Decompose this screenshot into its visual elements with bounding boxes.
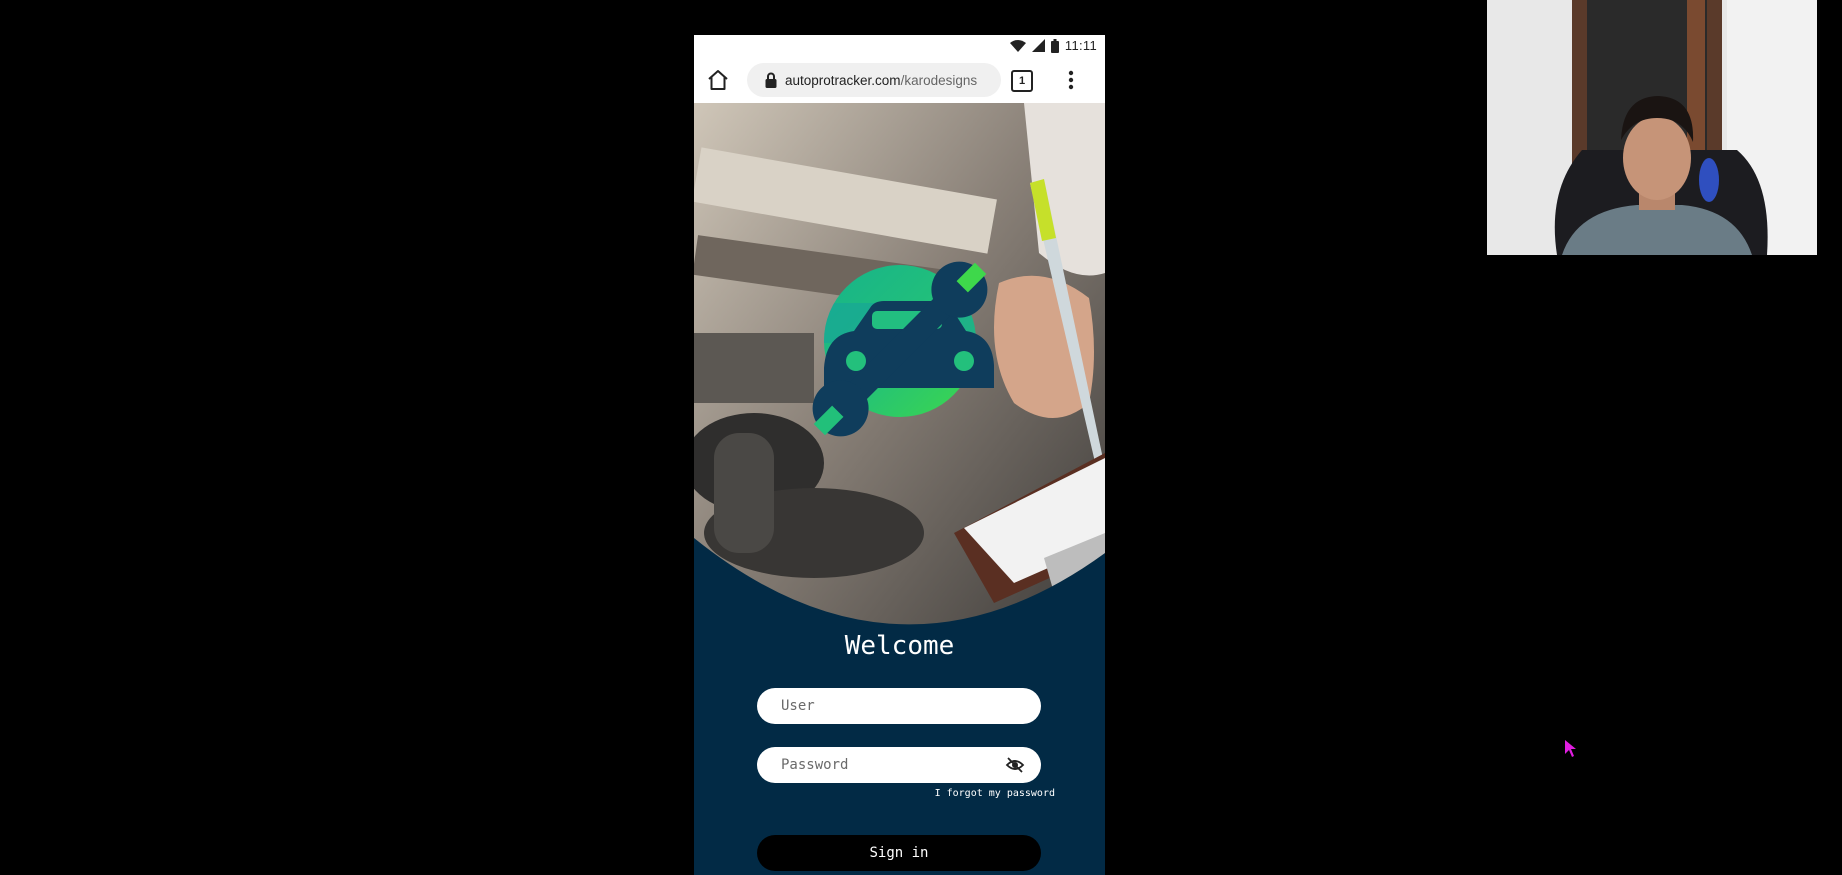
battery-icon [1050,38,1059,53]
signal-icon [1031,39,1045,52]
eye-off-icon[interactable] [1005,756,1025,774]
status-bar: 11:11 [694,35,1105,56]
url-domain: autoprotracker.com [785,72,901,88]
password-input[interactable] [779,756,993,774]
password-field[interactable] [757,747,1041,783]
mouse-cursor-icon [1565,740,1577,758]
lock-icon [765,72,777,88]
status-time: 11:11 [1064,38,1097,53]
home-icon[interactable] [706,68,730,92]
more-vert-icon[interactable] [1066,69,1076,91]
address-bar[interactable]: autoprotracker.com/karodesigns [747,63,1001,97]
user-field[interactable] [757,688,1041,724]
hero-image [694,103,1105,653]
webcam-overlay [1487,0,1817,255]
status-icons: 11:11 [1009,38,1097,53]
browser-toolbar: autoprotracker.com/karodesigns 1 [694,56,1105,103]
screen: 11:11 autoprotracker.com/karodesigns 1 W… [0,0,1842,875]
tabs-icon[interactable]: 1 [1011,70,1033,92]
wifi-icon [1009,39,1026,52]
user-input[interactable] [779,697,993,715]
welcome-title: Welcome [844,631,955,661]
url-path: /karodesigns [900,72,978,88]
forgot-password-link[interactable]: I forgot my password [911,788,1055,799]
sign-in-button[interactable]: Sign in [757,835,1041,871]
tab-count: 1 [1018,75,1026,87]
phone-screen: 11:11 autoprotracker.com/karodesigns 1 W… [694,35,1105,875]
